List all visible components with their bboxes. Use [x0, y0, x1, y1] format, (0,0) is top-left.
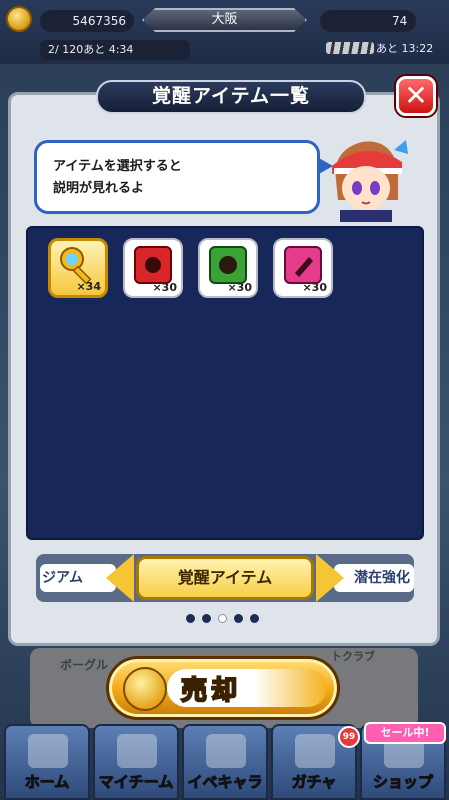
nav-event-chara[interactable]: イベキャラ — [182, 724, 268, 800]
nav-label: ホーム — [24, 773, 70, 792]
tab-next-label[interactable]: 潜在強化 — [334, 564, 414, 592]
item-card-green[interactable]: ×30 — [198, 238, 258, 298]
coins-icon — [123, 667, 167, 711]
item-count: ×30 — [227, 281, 252, 294]
modal-title: 覚醒アイテム一覧 — [151, 85, 311, 107]
guide-character-avatar — [332, 140, 408, 222]
nav-my-team[interactable]: マイチーム — [93, 724, 179, 800]
home-icon — [28, 734, 68, 768]
speech-bubble: アイテムを選択すると 説明が見れるよ — [34, 140, 333, 214]
time-right: あと 13:22 — [376, 42, 434, 55]
gacha-icon — [295, 734, 335, 768]
money-display: 5467356 — [40, 10, 134, 32]
page-dot[interactable] — [202, 614, 211, 623]
character-icon — [206, 734, 246, 768]
coin-icon — [6, 6, 32, 32]
close-icon: ✕ — [404, 79, 428, 112]
pagination-dots — [186, 614, 266, 626]
stamina-display: 74 — [320, 10, 416, 32]
arrow-right-icon[interactable] — [316, 554, 344, 602]
red-card-icon — [134, 246, 172, 284]
item-count: ×30 — [302, 281, 327, 294]
green-card-icon — [209, 246, 247, 284]
page-dot[interactable] — [250, 614, 259, 623]
sell-label: 売却 — [180, 675, 242, 707]
tab-current[interactable]: 覚醒アイテム — [136, 556, 314, 600]
sale-badge: セール中! — [364, 722, 446, 744]
team-icon — [117, 734, 157, 768]
item-card-red[interactable]: ×30 — [123, 238, 183, 298]
item-card-pink[interactable]: ×30 — [273, 238, 333, 298]
background-panel-text: ボーグル — [60, 658, 109, 672]
speech-line-1: アイテムを選択すると — [53, 159, 182, 174]
gacha-badge: 99 — [338, 726, 360, 748]
nav-label: イベキャラ — [187, 773, 263, 792]
city-label: 大阪 — [142, 8, 307, 32]
speech-line-2: 説明が見れるよ — [53, 181, 145, 196]
nav-home[interactable]: ホーム — [4, 724, 90, 800]
page-dot-active[interactable] — [218, 614, 227, 623]
nav-label: マイチーム — [98, 773, 174, 792]
page-dot[interactable] — [186, 614, 195, 623]
timer-display: 2/ 120あと 4:34 — [40, 40, 190, 60]
page-dot[interactable] — [234, 614, 243, 623]
item-count: ×30 — [152, 281, 177, 294]
sell-button[interactable]: 売却 — [106, 656, 340, 720]
nav-label: ショップ — [372, 773, 433, 792]
item-card-key[interactable]: ×34 — [48, 238, 108, 298]
close-button[interactable]: ✕ — [396, 76, 436, 116]
tab-prev-label[interactable]: ジアム — [40, 564, 116, 592]
gauge-bar — [326, 42, 374, 54]
item-count: ×34 — [76, 280, 101, 293]
pink-card-icon — [284, 246, 322, 284]
arrow-left-icon[interactable] — [106, 554, 134, 602]
nav-label: ガチャ — [291, 773, 337, 792]
top-status-bar: 5467356 大阪 74 2/ 120あと 4:34 あと 13:22 — [0, 0, 449, 64]
